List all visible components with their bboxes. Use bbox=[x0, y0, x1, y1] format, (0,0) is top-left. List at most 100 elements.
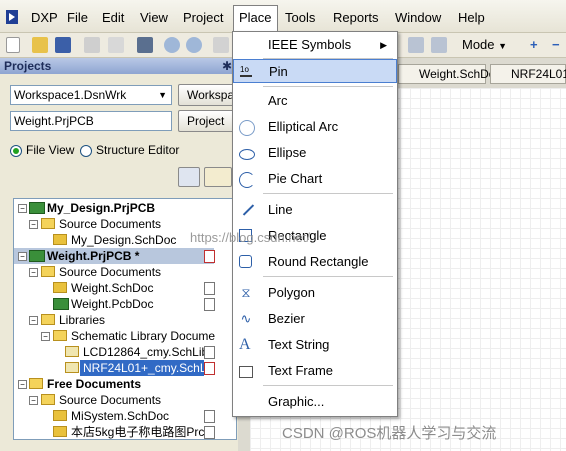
menu-separator bbox=[263, 193, 393, 194]
tree-item-my-design-sch[interactable]: My_Design.SchDoc bbox=[71, 232, 176, 248]
file-view-radio[interactable] bbox=[10, 145, 22, 157]
menu-item-graphic[interactable]: Graphic... bbox=[233, 390, 397, 414]
tree-item-nrf24l01-lib[interactable]: NRF24L01+_cmy.SchLit bbox=[83, 360, 213, 376]
tree-item-schematic-library-docs[interactable]: Schematic Library Docume bbox=[71, 328, 215, 344]
tree-item-source-documents[interactable]: Source Documents bbox=[59, 392, 161, 408]
workspace-value: Workspace1.DsnWrk bbox=[14, 88, 127, 102]
menu-separator bbox=[263, 86, 393, 87]
panel-title: Projects bbox=[4, 59, 52, 73]
menu-item-line[interactable]: Line bbox=[233, 198, 397, 222]
collapse-icon[interactable]: − bbox=[41, 332, 50, 341]
tree-item-weight-project[interactable]: Weight.PrjPCB * bbox=[47, 248, 139, 264]
pin-panel-icon[interactable]: ✱ bbox=[222, 58, 232, 74]
tab-weight-schdoc[interactable]: Weight.SchDoc bbox=[398, 64, 501, 84]
mode-dropdown[interactable]: Mode ▼ bbox=[462, 36, 507, 55]
collapse-icon[interactable]: − bbox=[29, 268, 38, 277]
menu-item-elliptical-arc[interactable]: Elliptical Arc bbox=[233, 115, 397, 139]
collapse-icon[interactable]: − bbox=[18, 252, 27, 261]
menu-item-label: Round Rectangle bbox=[268, 254, 369, 269]
doc-icon bbox=[204, 298, 215, 311]
menu-item-text-frame[interactable]: Text Frame bbox=[233, 359, 397, 383]
menu-help[interactable]: Help bbox=[458, 9, 485, 27]
tab-label: NRF24L01+ bbox=[511, 67, 566, 81]
modified-doc-icon bbox=[204, 250, 215, 263]
schematic-doc-icon bbox=[53, 234, 67, 245]
tab-nrf24l01[interactable]: NRF24L01+ bbox=[490, 64, 566, 84]
menu-place[interactable]: Place bbox=[233, 5, 278, 31]
chevron-down-icon: ▼ bbox=[498, 41, 508, 51]
zoom-out-icon[interactable] bbox=[186, 37, 202, 53]
menu-item-bezier[interactable]: ∿ Bezier bbox=[233, 307, 397, 331]
tree-item-my-design-project[interactable]: My_Design.PrjPCB bbox=[47, 200, 155, 216]
save-icon[interactable] bbox=[55, 37, 71, 53]
pcb-project-icon bbox=[29, 250, 45, 262]
menu-item-label: Text Frame bbox=[268, 363, 334, 378]
menu-item-label: Line bbox=[268, 202, 293, 217]
menu-bar: DXP File Edit View Project Place Tools R… bbox=[0, 0, 566, 33]
tree-item-weight-sch[interactable]: Weight.SchDoc bbox=[71, 280, 153, 296]
collapse-icon[interactable]: − bbox=[29, 220, 38, 229]
tree-item-source-documents[interactable]: Source Documents bbox=[59, 216, 161, 232]
elliptical-arc-icon bbox=[239, 120, 255, 136]
doc-icon bbox=[204, 282, 215, 295]
tree-item-free-documents[interactable]: Free Documents bbox=[47, 376, 141, 392]
menu-window[interactable]: Window bbox=[395, 9, 441, 27]
pie-chart-icon bbox=[239, 172, 255, 188]
tree-item-lcd12864-lib[interactable]: LCD12864_cmy.SchLib bbox=[83, 344, 208, 360]
menu-file[interactable]: File bbox=[67, 9, 88, 27]
remove-minus-button[interactable]: − bbox=[552, 36, 560, 54]
collapse-icon[interactable]: − bbox=[18, 204, 27, 213]
menu-item-label: IEEE Symbols bbox=[268, 37, 352, 52]
menu-item-label: Bezier bbox=[268, 311, 305, 326]
menu-reports[interactable]: Reports bbox=[333, 9, 379, 27]
menu-item-polygon[interactable]: ⧖ Polygon bbox=[233, 281, 397, 305]
new-file-icon[interactable] bbox=[6, 37, 20, 53]
print-icon[interactable] bbox=[84, 37, 100, 53]
zoom-in-icon[interactable] bbox=[164, 37, 180, 53]
menu-item-text-string[interactable]: A Text String bbox=[233, 333, 397, 357]
doc-icon bbox=[204, 426, 215, 439]
collapse-icon[interactable]: − bbox=[29, 396, 38, 405]
cut-icon[interactable] bbox=[213, 37, 229, 53]
menu-dxp[interactable]: DXP bbox=[31, 9, 58, 27]
menu-edit[interactable]: Edit bbox=[102, 9, 124, 27]
modified-doc-icon bbox=[204, 362, 215, 375]
collapse-icon[interactable]: − bbox=[29, 316, 38, 325]
tree-item-misystem-sch[interactable]: MiSystem.SchDoc bbox=[71, 408, 169, 424]
add-plus-button[interactable]: + bbox=[530, 36, 538, 54]
tree-item-chinese-sch[interactable]: 本店5kg电子称电路图Prc bbox=[71, 424, 204, 440]
menu-item-ieee-symbols[interactable]: IEEE Symbols ▶ bbox=[233, 33, 397, 57]
tree-item-source-documents[interactable]: Source Documents bbox=[59, 264, 161, 280]
menu-project[interactable]: Project bbox=[183, 9, 223, 27]
undo-icon[interactable] bbox=[408, 37, 424, 53]
workspace-select[interactable]: Workspace1.DsnWrk ▼ bbox=[10, 85, 172, 105]
print-preview-icon[interactable] bbox=[108, 37, 124, 53]
dxp-logo-icon bbox=[6, 10, 18, 24]
menu-item-pin[interactable]: 1o Pin bbox=[233, 59, 397, 83]
folder-icon bbox=[41, 314, 55, 325]
project-files-icon[interactable] bbox=[204, 167, 232, 187]
layers-icon[interactable] bbox=[137, 37, 153, 53]
menu-item-arc[interactable]: Arc bbox=[233, 89, 397, 113]
folder-icon bbox=[29, 378, 43, 389]
structure-editor-radio[interactable] bbox=[80, 145, 92, 157]
watermark-credit: CSDN @ROS机器人学习与交流 bbox=[282, 425, 497, 442]
menu-tools[interactable]: Tools bbox=[285, 9, 315, 27]
menu-item-label: Graphic... bbox=[268, 394, 325, 409]
file-view-label: File View bbox=[26, 143, 75, 157]
tree-item-weight-pcb[interactable]: Weight.PcbDoc bbox=[71, 296, 153, 312]
menu-item-ellipse[interactable]: Ellipse bbox=[233, 141, 397, 165]
open-folder-icon[interactable] bbox=[32, 37, 48, 53]
redo-icon[interactable] bbox=[431, 37, 447, 53]
project-field[interactable]: Weight.PrjPCB bbox=[10, 111, 172, 131]
workspace-button[interactable]: Workspace bbox=[178, 84, 247, 106]
project-value: Weight.PrjPCB bbox=[14, 114, 94, 128]
project-layers-icon[interactable] bbox=[178, 167, 200, 187]
collapse-icon[interactable]: − bbox=[18, 380, 27, 389]
project-button[interactable]: Project bbox=[178, 110, 238, 132]
menu-item-pie-chart[interactable]: Pie Chart bbox=[233, 167, 397, 191]
menu-item-round-rectangle[interactable]: Round Rectangle bbox=[233, 250, 397, 274]
menu-view[interactable]: View bbox=[140, 9, 168, 27]
tree-item-libraries[interactable]: Libraries bbox=[59, 312, 105, 328]
folder-icon bbox=[41, 394, 55, 405]
